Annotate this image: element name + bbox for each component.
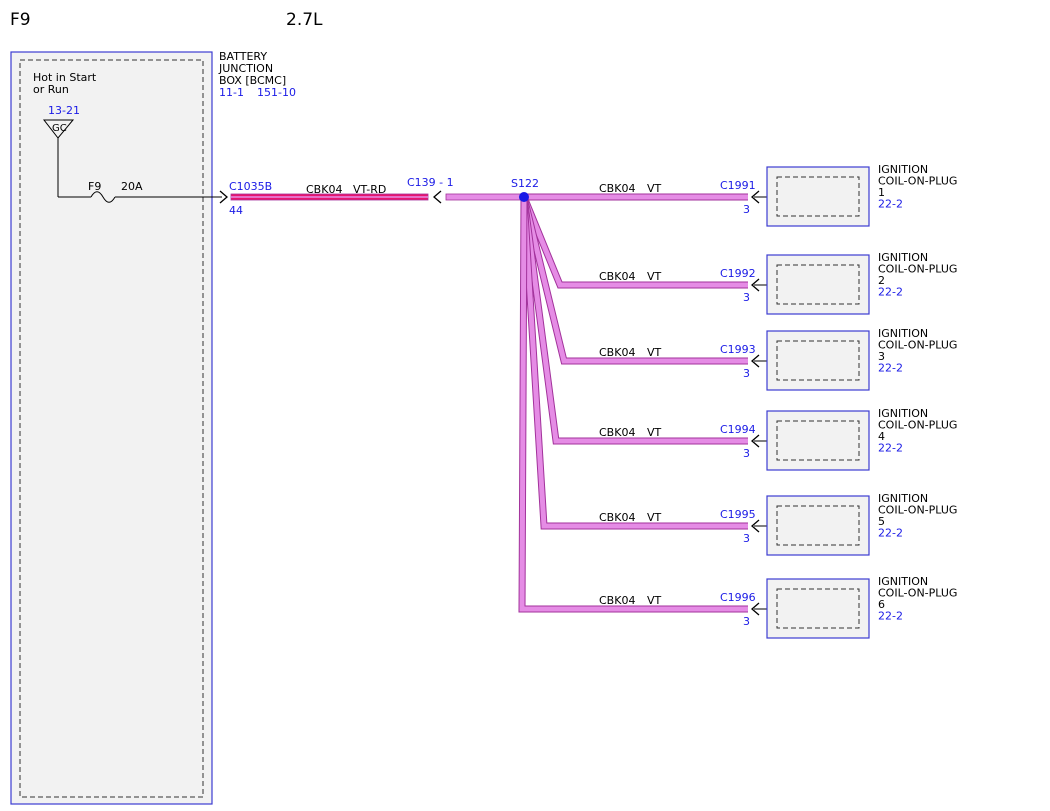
- module-ref-2: 151-10: [257, 86, 296, 99]
- branch-connector-3: C1993: [720, 343, 756, 356]
- branch-color-4: VT: [647, 426, 662, 439]
- splice-dot-icon: [519, 192, 529, 202]
- main-connector-label: C1035B: [229, 180, 272, 193]
- main-connector-pin: 44: [229, 204, 243, 217]
- branch-color-6: VT: [647, 594, 662, 607]
- main-circuit: CBK04: [306, 183, 342, 196]
- branch-wire-6-outline: [518, 196, 748, 613]
- coil-2-ref: 22-2: [878, 286, 903, 299]
- branch-circuit-3: CBK04: [599, 346, 635, 359]
- branch-wire-6: [519, 196, 748, 612]
- branch-wires: CBK04 VT C1991 3 CBK04 VT C1992 3 CBK04 VT C1993 3 C…: [518, 179, 756, 628]
- branch-connector-1: C1991: [720, 179, 756, 192]
- fuse-label: F9: [88, 180, 101, 193]
- coil-5-box: [766, 495, 870, 556]
- inline-connector-label: C139 - 1: [407, 176, 454, 189]
- branch-pin-6: 3: [743, 615, 750, 628]
- page-engine-label: 2.7L: [286, 10, 323, 30]
- branch-connector-4: C1994: [720, 423, 756, 436]
- branch-connector-5: C1995: [720, 508, 756, 521]
- branch-circuit-5: CBK04: [599, 511, 635, 524]
- branch-wire-4: [521, 196, 748, 444]
- branch-circuit-4: CBK04: [599, 426, 635, 439]
- branch-pin-5: 3: [743, 532, 750, 545]
- branch-circuit-1: CBK04: [599, 182, 635, 195]
- module-outline: [10, 51, 213, 805]
- battery-junction-box: BATTERY JUNCTION BOX [BCMC] 11-1 151-10 …: [10, 50, 296, 805]
- coil-2-name-line-2: COIL-ON-PLUG: [878, 263, 957, 276]
- branch-wire-2-outline: [520, 195, 748, 289]
- coil-6-name-line-2: COIL-ON-PLUG: [878, 587, 957, 600]
- coil-3-ref: 22-2: [878, 362, 903, 375]
- branch-pin-3: 3: [743, 367, 750, 380]
- ground-label: GC: [52, 123, 67, 134]
- wiring-diagram: F9 2.7L BATTERY JUNCTION BOX [BCMC] 11-1…: [10, 10, 957, 805]
- coil-3-box: [766, 330, 870, 391]
- power-label-line-2: or Run: [33, 83, 69, 96]
- coil-6-box: [766, 578, 870, 639]
- branch-connector-2: C1992: [720, 267, 756, 280]
- branch-pin-2: 3: [743, 291, 750, 304]
- page-fuse-id: F9: [10, 10, 31, 30]
- main-wire-violet: [445, 193, 525, 201]
- coil-5-ref: 22-2: [878, 527, 903, 540]
- branch-circuit-6: CBK04: [599, 594, 635, 607]
- coil-1-ref: 22-2: [878, 198, 903, 211]
- branch-connector-6: C1996: [720, 591, 756, 604]
- module-ref-1: 11-1: [219, 86, 244, 99]
- branch-color-1: VT: [647, 182, 662, 195]
- branch-pin-4: 3: [743, 447, 750, 460]
- coil-1-name-line-2: COIL-ON-PLUG: [878, 175, 957, 188]
- main-wire: C1035B 44 CBK04 VT-RD C139 - 1: [229, 176, 525, 217]
- splice-label: S122: [511, 177, 539, 190]
- coil-2-box: [766, 254, 870, 315]
- branch-circuit-2: CBK04: [599, 270, 635, 283]
- branch-color-2: VT: [647, 270, 662, 283]
- branch-pin-1: 3: [743, 203, 750, 216]
- coil-3-name-line-2: COIL-ON-PLUG: [878, 339, 957, 352]
- coil-5-name-line-2: COIL-ON-PLUG: [878, 504, 957, 517]
- power-ref: 13-21: [48, 104, 80, 117]
- coil-1-box: [766, 166, 870, 227]
- branch-color-5: VT: [647, 511, 662, 524]
- coil-4-box: [766, 410, 870, 471]
- coil-6-ref: 22-2: [878, 610, 903, 623]
- inline-connector-arrow-icon: [433, 190, 442, 204]
- coil-4-name-line-2: COIL-ON-PLUG: [878, 419, 957, 432]
- fuse-rating: 20A: [121, 180, 143, 193]
- main-wire-color: VT-RD: [353, 183, 386, 196]
- branch-wire-4-outline: [520, 196, 748, 445]
- coil-devices: IGNITIONCOIL-ON-PLUG122-2IGNITIONCOIL-ON…: [751, 163, 957, 639]
- coil-4-ref: 22-2: [878, 442, 903, 455]
- branch-color-3: VT: [647, 346, 662, 359]
